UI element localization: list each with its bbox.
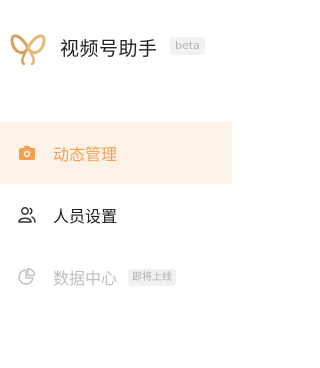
users-icon bbox=[18, 207, 36, 223]
app-header: 视频号助手 beta bbox=[0, 0, 256, 100]
camera-icon bbox=[19, 146, 35, 160]
pie-chart-icon bbox=[18, 267, 36, 285]
sidebar-item-label: 动态管理 bbox=[53, 145, 118, 164]
sidebar-nav: 动态管理 人员设置 数据中心 即将上线 bbox=[0, 122, 256, 308]
sidebar-item-label: 数据中心 bbox=[53, 269, 118, 288]
app-title: 视频号助手 bbox=[60, 38, 158, 60]
sidebar-item-label: 人员设置 bbox=[53, 207, 118, 226]
sidebar-item-post-management[interactable]: 动态管理 bbox=[0, 122, 232, 184]
sidebar-item-member-settings[interactable]: 人员设置 bbox=[0, 184, 256, 246]
butterfly-logo-icon bbox=[10, 34, 46, 66]
sidebar-item-data-center: 数据中心 即将上线 bbox=[0, 246, 256, 308]
coming-soon-badge: 即将上线 bbox=[128, 268, 176, 286]
beta-badge: beta bbox=[170, 37, 205, 55]
